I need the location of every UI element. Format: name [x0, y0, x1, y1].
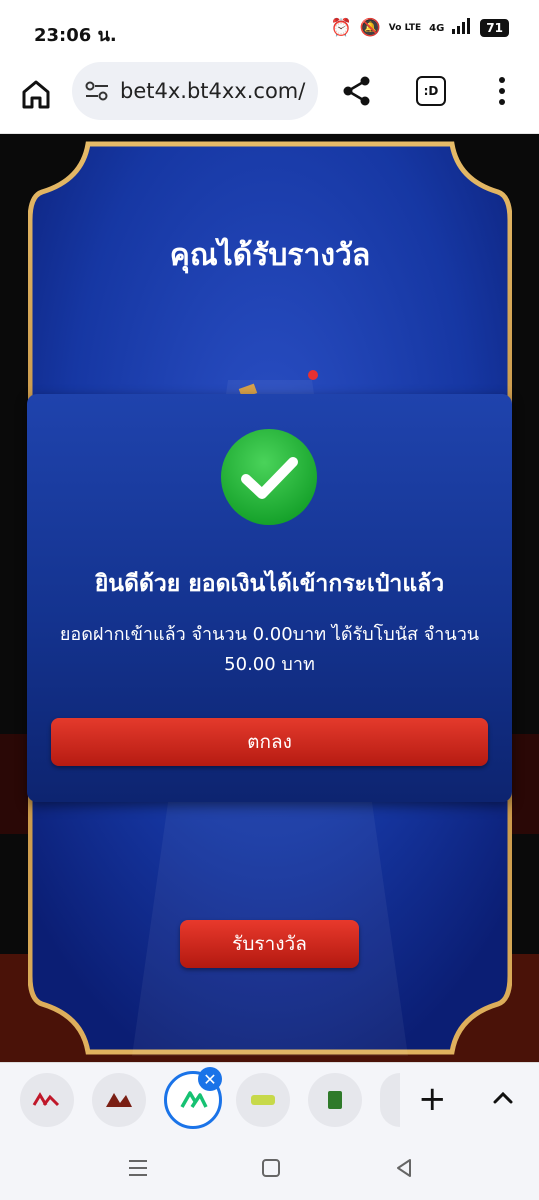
- home-button[interactable]: [18, 76, 54, 112]
- share-icon: [343, 76, 370, 106]
- site-favicon-icon: [328, 1091, 342, 1109]
- muted-bell-icon: 🔕: [359, 18, 381, 38]
- tab-thumbnail[interactable]: [92, 1073, 146, 1127]
- tab-thumbnail[interactable]: [308, 1073, 362, 1127]
- share-button[interactable]: [340, 74, 374, 108]
- dialog-message: ยอดฝากเข้าแล้ว จำนวน 0.00บาท ได้รับโบนัส…: [59, 624, 480, 675]
- expand-tabs-button[interactable]: [490, 1085, 516, 1111]
- back-triangle-icon: [397, 1159, 411, 1177]
- site-favicon-icon: [32, 1092, 60, 1107]
- square-home-icon: [262, 1159, 280, 1177]
- overflow-menu-button[interactable]: [490, 74, 514, 108]
- url-text[interactable]: bet4x.bt4xx.com/: [120, 79, 316, 103]
- recent-apps-button[interactable]: [126, 1156, 150, 1180]
- browser-toolbar: bet4x.bt4xx.com/ :D: [0, 62, 539, 134]
- system-navigation-bar: [0, 1136, 539, 1200]
- status-icons: ⏰ 🔕 Vo LTE 4G 71: [330, 18, 509, 38]
- tab-thumbnail[interactable]: [20, 1073, 74, 1127]
- volte-icon: Vo LTE: [388, 22, 422, 33]
- home-nav-button[interactable]: [259, 1156, 283, 1180]
- success-dialog: ยินดีด้วย ยอดเงินได้เข้ากระเป๋าแล้ว ยอดฝ…: [27, 394, 512, 802]
- network-type-icon: 4G: [429, 22, 445, 34]
- chevron-up-icon: [493, 1091, 513, 1104]
- dialog-title: ยินดีด้วย ยอดเงินได้เข้ากระเป๋าแล้ว: [94, 571, 445, 597]
- battery-icon: 71: [480, 19, 509, 37]
- tab-switcher-button[interactable]: :D: [416, 76, 446, 106]
- site-favicon-icon: [106, 1093, 132, 1107]
- site-favicon-icon: [251, 1095, 275, 1105]
- back-nav-button[interactable]: [392, 1156, 416, 1180]
- more-vert-icon: [499, 77, 505, 105]
- new-tab-button[interactable]: +: [418, 1079, 447, 1119]
- tab-thumbnail[interactable]: [236, 1073, 290, 1127]
- site-settings-icon[interactable]: [84, 80, 110, 102]
- decor-dot: [308, 370, 318, 380]
- web-content: คุณได้รับรางวัล รับรางวัล ยินดีด้วย ยอดเ…: [0, 134, 539, 1062]
- close-tab-button[interactable]: ✕: [198, 1067, 222, 1091]
- address-bar[interactable]: bet4x.bt4xx.com/: [72, 62, 318, 120]
- status-time: 23:06 น.: [34, 25, 117, 46]
- success-check-icon: [220, 428, 318, 526]
- ok-button[interactable]: ตกลง: [51, 718, 488, 766]
- status-bar: 23:06 น. ⏰ 🔕 Vo LTE 4G 71: [0, 0, 539, 62]
- alarm-icon: ⏰: [330, 18, 352, 38]
- menu-lines-icon: [129, 1160, 147, 1176]
- signal-icon: [452, 18, 472, 38]
- site-favicon-icon: [180, 1091, 208, 1108]
- tab-strip: ✕ +: [0, 1062, 539, 1136]
- tab-thumbnail[interactable]: [380, 1073, 400, 1127]
- home-icon: [22, 80, 50, 109]
- claim-reward-button[interactable]: รับรางวัล: [180, 920, 359, 968]
- reward-title: คุณได้รับรางวัล: [169, 238, 371, 273]
